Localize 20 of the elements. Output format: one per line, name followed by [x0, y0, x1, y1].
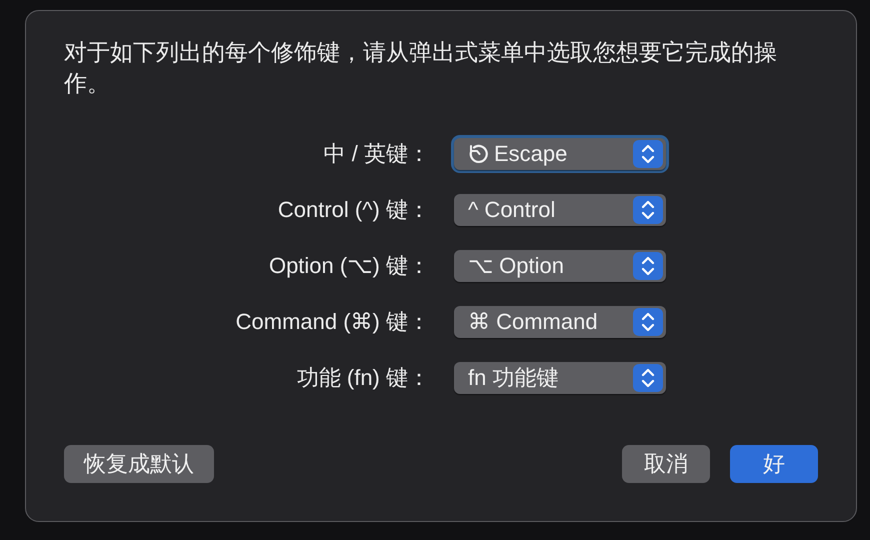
- key-label: 功能 (fn) 键：: [296, 364, 430, 392]
- popup-button[interactable]: ^ Control: [454, 194, 666, 226]
- instruction-text: 对于如下列出的每个修饰键，请从弹出式菜单中选取您想要它完成的操作。: [64, 38, 778, 98]
- up-down-chevron-icon: [633, 308, 663, 336]
- key-label: Option (⌥) 键：: [268, 252, 430, 280]
- ok-button[interactable]: 好: [730, 445, 818, 483]
- key-label: Control (^) 键：: [276, 196, 430, 224]
- up-down-chevron-icon: [633, 140, 663, 168]
- up-down-chevron-icon: [633, 252, 663, 280]
- popup-button[interactable]: Escape: [454, 138, 666, 170]
- up-down-chevron-icon: [633, 364, 663, 392]
- popup-button[interactable]: ⌘ Command: [454, 306, 666, 338]
- popup-button[interactable]: fn 功能键: [454, 362, 666, 394]
- key-label: Command (⌘) 键：: [234, 308, 430, 336]
- restore-defaults-button[interactable]: 恢复成默认: [64, 445, 214, 483]
- up-down-chevron-icon: [633, 196, 663, 224]
- cancel-button[interactable]: 取消: [622, 445, 710, 483]
- restore-arrow-icon: [468, 144, 488, 164]
- key-label: 中 / 英键：: [322, 140, 430, 168]
- popup-button[interactable]: ⌥ Option: [454, 250, 666, 282]
